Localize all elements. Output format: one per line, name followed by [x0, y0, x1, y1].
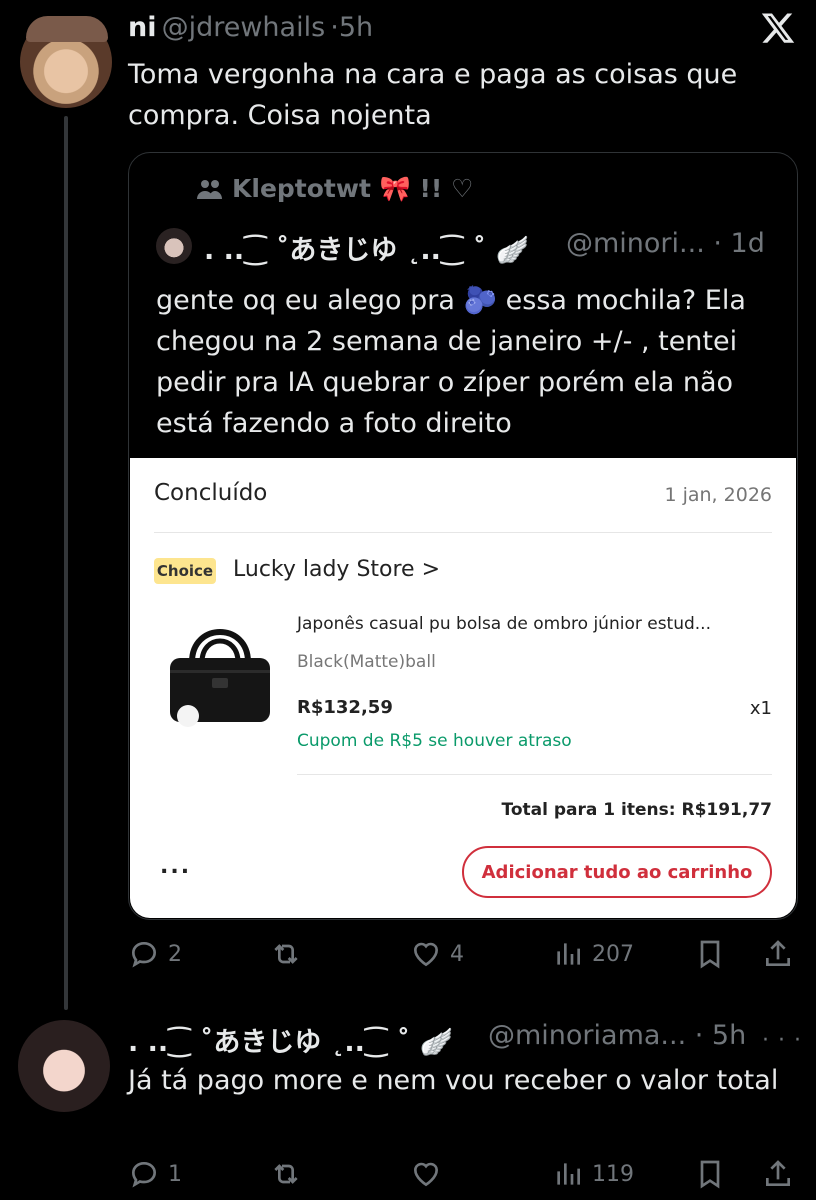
- store-name: Lucky lady Store >: [233, 557, 441, 582]
- reply-avatar[interactable]: [18, 1020, 110, 1112]
- retweet-icon: [274, 944, 298, 964]
- like-icon: [413, 942, 439, 967]
- reply-count: 2: [168, 941, 182, 967]
- divider: [297, 774, 772, 775]
- product-price: R$132,59: [297, 697, 393, 718]
- quote-avatar: [156, 228, 192, 264]
- choice-badge: Choice: [154, 558, 216, 584]
- like-icon: [413, 1162, 439, 1187]
- views-icon: [557, 1163, 580, 1185]
- like-count: 4: [450, 941, 464, 967]
- reply-icon: [131, 941, 157, 968]
- more-options-icon[interactable]: · · ·: [762, 1028, 802, 1053]
- community-label[interactable]: Kleptotwt 🎀 !! ♡: [196, 174, 473, 204]
- reply-author-name[interactable]: . ..⁐ ˚あきじゆ ˛..⁐ ˚ 🪽: [128, 1020, 453, 1059]
- views-icon: [557, 943, 580, 965]
- bag-image: [170, 629, 270, 727]
- retweet-button[interactable]: [270, 938, 302, 970]
- share-icon: [766, 1160, 790, 1186]
- avatar-hat: [26, 16, 108, 42]
- reply-text: Já tá pago more e nem vou receber o valo…: [128, 1065, 779, 1096]
- reply-icon: [131, 1161, 157, 1188]
- coupon-text: Cupom de R$5 se houver atraso: [297, 731, 572, 751]
- quote-text: gente oq eu alego pra 🫐 essa mochila? El…: [156, 285, 746, 439]
- like-button[interactable]: 4: [410, 938, 464, 970]
- bookmark-icon: [700, 940, 720, 969]
- reply-retweet-button[interactable]: [270, 1158, 302, 1190]
- tweet-time[interactable]: 5h: [339, 12, 373, 43]
- author-name[interactable]: ni: [128, 12, 156, 43]
- reply-share-button[interactable]: [762, 1158, 794, 1190]
- x-logo-icon: [761, 13, 795, 43]
- reply-bookmark-button[interactable]: [694, 1158, 726, 1190]
- retweet-icon: [274, 1164, 298, 1184]
- product-title: Japonês casual pu bolsa de ombro júnior …: [297, 614, 711, 634]
- product-variant: Black(Matte)ball: [297, 652, 436, 672]
- reply-view-count: 119: [592, 1161, 634, 1187]
- reply-like-button[interactable]: [410, 1158, 442, 1190]
- order-total: Total para 1 itens: R$191,77: [501, 800, 772, 820]
- reply-views-button[interactable]: 119: [552, 1158, 634, 1190]
- order-status: Concluído: [154, 480, 268, 506]
- reply-author-handle[interactable]: @minoriama... · 5h: [488, 1020, 746, 1051]
- more-options: ...: [160, 854, 192, 879]
- quote-author-handle: @minori... · 1d: [566, 228, 765, 259]
- share-button[interactable]: [762, 938, 794, 970]
- share-icon: [766, 940, 790, 966]
- order-date: 1 jan, 2026: [664, 484, 772, 506]
- author-handle[interactable]: @jdrewhails: [162, 12, 326, 43]
- community-name: Kleptotwt 🎀 !! ♡: [232, 174, 474, 203]
- views-button[interactable]: 207: [552, 938, 634, 970]
- quote-author-name: . ..⁐ ˚あきじゆ ˛..⁐ ˚ 🪽: [204, 235, 530, 266]
- community-icon: [197, 180, 222, 199]
- divider: [154, 532, 772, 533]
- tweet-header: ni @jdrewhails ·5h: [128, 12, 373, 43]
- add-to-cart-button: Adicionar tudo ao carrinho: [462, 846, 772, 898]
- product-quantity: x1: [749, 698, 772, 719]
- thread-line: [64, 116, 68, 1010]
- bookmark-icon: [700, 1160, 720, 1189]
- reply-button[interactable]: 2: [128, 938, 182, 970]
- reply-reply-button[interactable]: 1: [128, 1158, 182, 1190]
- reply-reply-count: 1: [168, 1161, 182, 1187]
- view-count: 207: [592, 941, 634, 967]
- bookmark-button[interactable]: [694, 938, 726, 970]
- tweet-text: Toma vergonha na cara e paga as coisas q…: [128, 59, 738, 131]
- time-separator: ·: [330, 12, 339, 43]
